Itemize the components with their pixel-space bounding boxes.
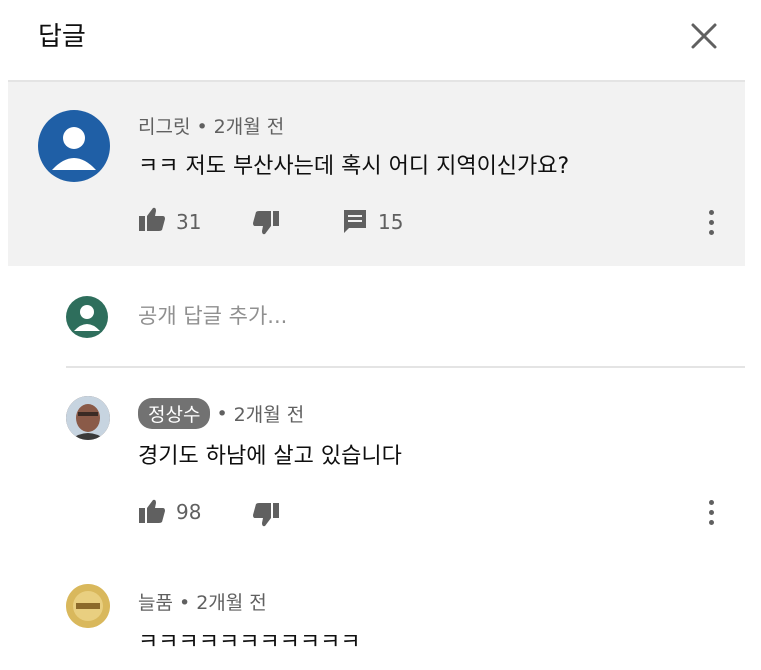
comment-time: 2개월 전 [213,116,285,138]
thumbs-down-icon [253,211,279,235]
default-user-icon [74,305,100,331]
reply-input[interactable] [138,300,698,332]
close-icon [691,23,717,49]
avatar[interactable] [66,584,110,628]
comment-time: 2개월 전 [233,404,305,426]
add-reply-row [0,266,761,366]
comment-meta: 리그릿 • 2개월 전 [138,112,284,139]
like-count: 98 [176,500,202,524]
like-count: 31 [176,210,202,234]
add-reply-divider [66,366,745,368]
avatar[interactable] [66,396,110,440]
creator-name-badge[interactable]: 정상수 [138,398,211,429]
comment-time: 2개월 전 [196,592,267,614]
replies-header: 답글 [0,0,761,80]
separator-dot: • [178,592,191,614]
comment-author[interactable]: 늘품 [138,592,173,614]
comment-author[interactable]: 리그릿 [138,116,190,138]
avatar[interactable] [38,110,110,182]
dislike-button[interactable] [252,502,280,532]
like-button[interactable] [138,498,166,528]
default-user-icon [52,127,96,170]
comment-meta: 정상수 • 2개월 전 [138,398,304,429]
reply-count-button[interactable] [342,208,368,238]
thumbs-up-icon [139,499,165,523]
thumbs-up-icon [139,207,165,231]
separator-dot: • [196,116,208,138]
comment-text: 경기도 하남에 살고 있습니다 [138,444,402,469]
dislike-button[interactable] [252,210,280,240]
more-options-button[interactable] [706,208,716,238]
comment-meta: 늘품 • 2개월 전 [138,588,267,615]
reply-count: 15 [378,210,404,234]
comment-icon [344,210,366,233]
user-photo-icon [66,396,110,440]
thumbs-down-icon [253,503,279,527]
more-options-button[interactable] [706,498,716,528]
page-title: 답글 [38,22,86,52]
comment-text: ㅋㅋㅋㅋㅋㅋㅋㅋㅋㅋㅋ [138,630,361,655]
like-button[interactable] [138,206,166,236]
user-photo-icon [66,584,110,628]
comment-text: ㅋㅋ 저도 부산사는데 혹시 어디 지역이신가요? [138,154,570,179]
separator-dot: • [216,402,228,425]
current-user-avatar [66,296,108,338]
close-button[interactable] [684,16,724,56]
parent-comment: 리그릿 • 2개월 전 ㅋㅋ 저도 부산사는데 혹시 어디 지역이신가요? 31 1… [8,82,745,266]
